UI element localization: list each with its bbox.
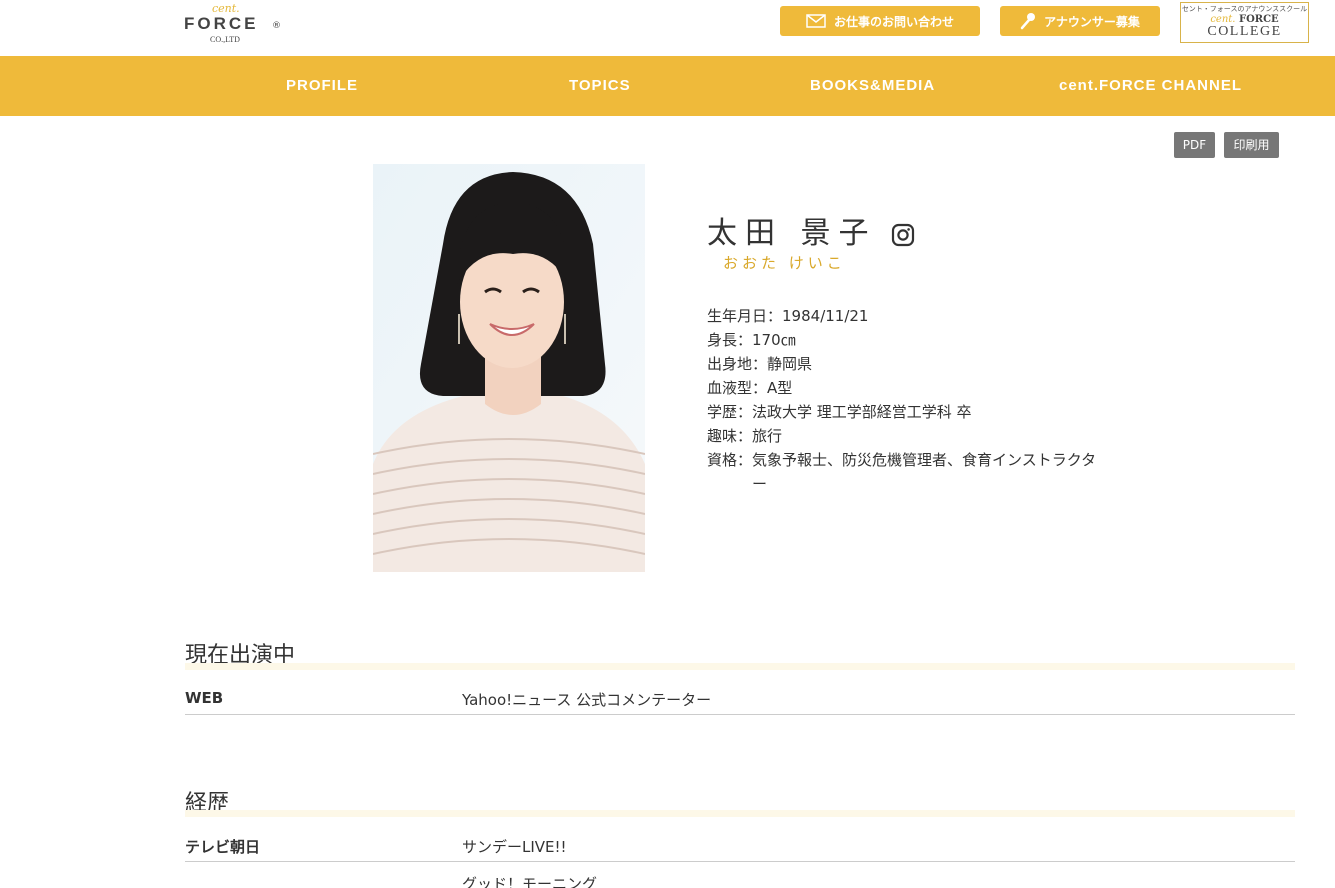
hobby-value: 旅行 [752, 427, 783, 445]
college-label: COLLEGE [1207, 24, 1282, 39]
current-section-underline [185, 663, 1295, 670]
mail-icon [806, 14, 826, 28]
profile-row-education: 学歴： 法政大学 理工学部経営工学科 卒 [707, 400, 1107, 424]
logo-coltd: CO.,LTD [210, 35, 240, 44]
hometown-label: 出身地： [707, 355, 768, 373]
birthdate-value: 1984/11/21 [782, 307, 869, 325]
contact-button-label: お仕事のお問い合わせ [833, 14, 954, 29]
hobby-label: 趣味： [707, 427, 753, 445]
career-row: グッド！モーニング [185, 873, 1295, 888]
print-button[interactable]: 印刷用 [1224, 132, 1279, 158]
current-row-key: WEB [185, 689, 224, 707]
instagram-icon[interactable] [891, 223, 915, 247]
announcer-recruit-button[interactable]: アナウンサー募集 [1000, 6, 1160, 36]
site-header: cent. FORCE ® CO.,LTD お仕事のお問い合わせ アナウンサー募… [0, 0, 1335, 56]
recruit-button-label: アナウンサー募集 [1044, 14, 1140, 29]
profile-name: 太田 景子 [707, 216, 877, 251]
career-row-value: グッド！モーニング [462, 875, 598, 888]
education-label: 学歴： [707, 403, 753, 421]
birthdate-label: 生年月日： [707, 307, 783, 325]
contact-button[interactable]: お仕事のお問い合わせ [780, 6, 980, 36]
profile-name-kana: おおた けいこ [723, 254, 846, 272]
career-row: テレビ朝日 サンデーLIVE!! [185, 835, 1295, 862]
profile-photo [373, 164, 645, 572]
hometown-value: 静岡県 [767, 355, 813, 373]
logo-registered-mark: ® [272, 21, 281, 31]
site-logo[interactable]: cent. FORCE ® CO.,LTD [184, 2, 284, 46]
nav-topics[interactable]: TOPICS [569, 56, 631, 116]
nav-profile[interactable]: PROFILE [286, 56, 358, 116]
height-value: 170㎝ [752, 331, 796, 349]
college-tagline: セント・フォースのアナウンススクール [1181, 5, 1308, 13]
cent-force-college-banner[interactable]: セント・フォースのアナウンススクール cent. FORCE COLLEGE [1180, 2, 1309, 43]
profile-details: 生年月日： 1984/11/21 身長： 170㎝ 出身地： 静岡県 血液型： A型 学… [707, 304, 1107, 496]
career-section-underline [185, 810, 1295, 817]
profile-row-qualifications: 資格： 気象予報士、防災危機管理者、食育インストラクター [707, 448, 1107, 496]
height-label: 身長： [707, 331, 753, 349]
blood-type-value: A型 [767, 379, 793, 397]
qualifications-label: 資格： [707, 451, 753, 469]
logo-force: FORCE [184, 14, 259, 33]
pdf-button[interactable]: PDF [1174, 132, 1215, 158]
profile-row-height: 身長： 170㎝ [707, 328, 1107, 352]
career-row-key: テレビ朝日 [185, 838, 261, 856]
profile-row-birthdate: 生年月日： 1984/11/21 [707, 304, 1107, 328]
nav-channel[interactable]: cent.FORCE CHANNEL [1059, 56, 1242, 116]
nav-books-media[interactable]: BOOKS&MEDIA [810, 56, 935, 116]
profile-row-hometown: 出身地： 静岡県 [707, 352, 1107, 376]
blood-type-label: 血液型： [707, 379, 768, 397]
current-row-value: Yahoo!ニュース 公式コメンテーター [462, 691, 712, 709]
qualifications-value: 気象予報士、防災危機管理者、食育インストラクター [752, 451, 1097, 493]
career-row-value: サンデーLIVE!! [462, 838, 567, 856]
microphone-icon [1020, 12, 1036, 30]
profile-row-blood-type: 血液型： A型 [707, 376, 1107, 400]
profile-row-hobby: 趣味： 旅行 [707, 424, 1107, 448]
main-nav: PROFILE TOPICS BOOKS&MEDIA cent.FORCE CH… [0, 56, 1335, 116]
education-value: 法政大学 理工学部経営工学科 卒 [752, 403, 972, 421]
current-row: WEB Yahoo!ニュース 公式コメンテーター [185, 688, 1295, 715]
